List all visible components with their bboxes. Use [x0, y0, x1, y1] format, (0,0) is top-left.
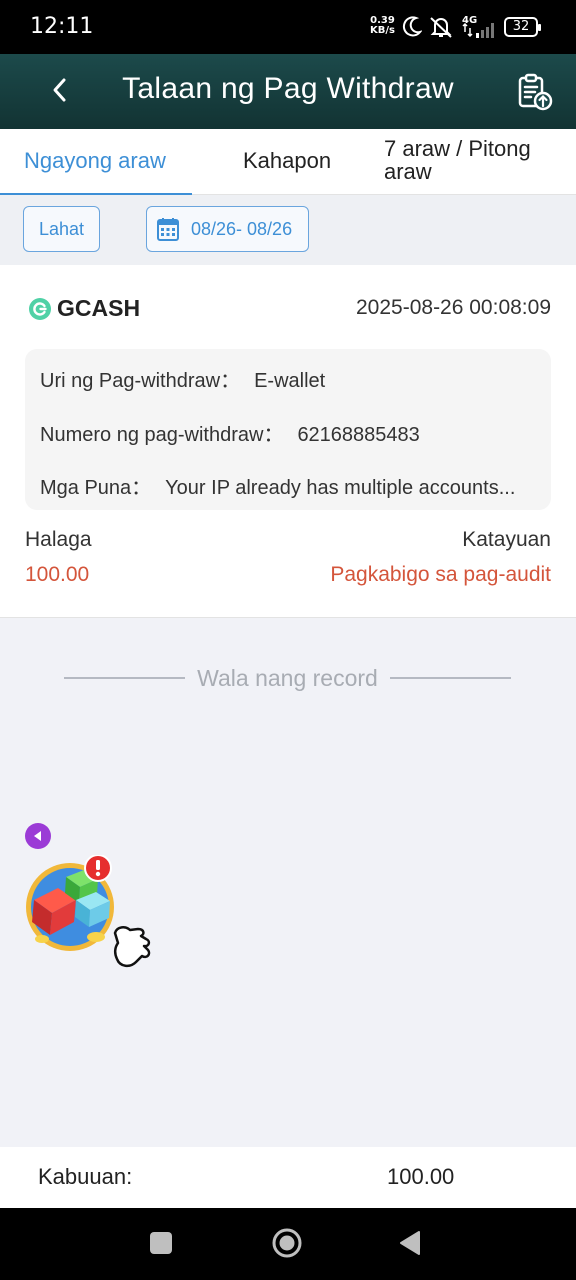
detail-label: Numero ng pag-withdraw：	[40, 424, 284, 446]
page-title: Talaan ng Pag Withdraw	[122, 72, 454, 105]
date-range-button[interactable]: 08/26- 08/26	[146, 206, 309, 252]
recents-button[interactable]	[150, 1232, 172, 1259]
payment-method-name: GCASH	[57, 295, 141, 321]
history-button[interactable]	[514, 72, 554, 112]
back-icon	[400, 1231, 420, 1255]
payment-method: GCASH	[28, 295, 140, 322]
withdraw-record-card[interactable]: GCASH 2025-08-26 00:08:09 Uri ng Pag-wit…	[0, 265, 576, 618]
detail-value: Your IP already has multiple accounts...	[165, 477, 516, 499]
detail-withdraw-type: Uri ng Pag-withdraw： E-wallet	[40, 364, 535, 393]
status-value: Pagkabigo sa pag-audit	[330, 563, 551, 586]
filter-all-label: Lahat	[38, 218, 85, 239]
tab-seven-days[interactable]: 7 araw / Pitong araw	[384, 129, 576, 195]
amount-label: Halaga	[25, 528, 92, 551]
triangle-left-icon	[34, 831, 41, 841]
system-nav-bar	[0, 1208, 576, 1280]
signal-icon	[462, 22, 494, 38]
detail-label: Mga Puna：	[40, 477, 152, 499]
tab-label: Kahapon	[243, 148, 332, 173]
detail-remarks: Mga Puna： Your IP already has multiple ac…	[40, 471, 535, 500]
tab-label: Ngayong araw	[24, 148, 166, 173]
calendar-icon	[157, 218, 179, 241]
floating-game-widget[interactable]	[22, 854, 167, 973]
page-header: Talaan ng Pag Withdraw	[0, 54, 576, 129]
net-speed-unit: KB/s	[370, 25, 395, 36]
clipboard-upload-icon	[518, 73, 553, 111]
tab-today[interactable]: Ngayong araw	[0, 129, 192, 196]
total-value: 100.00	[387, 1164, 455, 1189]
record-details: Uri ng Pag-withdraw： E-wallet Numero ng p…	[25, 349, 551, 510]
float-collapse-button[interactable]	[25, 823, 51, 849]
no-more-records: Wala nang record	[64, 663, 511, 693]
status-bar: 12:11 0.39 KB/s 4G 32	[0, 0, 576, 54]
tab-yesterday[interactable]: Kahapon	[192, 129, 384, 195]
tab-label: 7 araw / Pitong araw	[384, 136, 531, 184]
detail-value: E-wallet	[254, 370, 326, 392]
battery-indicator: 32	[504, 17, 541, 37]
total-label: Kabuuan:	[38, 1164, 133, 1189]
home-button[interactable]	[271, 1227, 303, 1264]
filter-all-button[interactable]: Lahat	[23, 206, 100, 252]
date-tabs: Ngayong araw Kahapon 7 araw / Pitong ara…	[0, 129, 576, 196]
total-bar: Kabuuan: 100.00	[0, 1147, 576, 1208]
detail-value: 62168885483	[297, 424, 420, 446]
detail-label: Uri ng Pag-withdraw：	[40, 370, 241, 392]
back-nav-button[interactable]	[399, 1230, 421, 1261]
amount-value: 100.00	[25, 563, 90, 586]
detail-withdraw-number: Numero ng pag-withdraw： 62168885483	[40, 418, 535, 447]
game-cubes-icon	[26, 854, 151, 968]
home-icon	[272, 1228, 302, 1258]
status-label: Katayuan	[462, 528, 551, 551]
moon-icon	[402, 16, 422, 37]
mute-vibrate-icon	[430, 17, 452, 38]
net-speed: 0.39 KB/s	[370, 16, 395, 36]
recents-icon	[150, 1232, 172, 1254]
divider	[389, 677, 511, 679]
no-more-text: Wala nang record	[197, 664, 378, 691]
status-time: 12:11	[30, 14, 94, 39]
divider	[64, 677, 186, 679]
date-range-label: 08/26- 08/26	[191, 218, 293, 239]
record-datetime: 2025-08-26 00:08:09	[356, 296, 551, 319]
filter-bar: Lahat 08/26- 08/26	[0, 195, 576, 265]
gcash-icon	[29, 297, 51, 320]
